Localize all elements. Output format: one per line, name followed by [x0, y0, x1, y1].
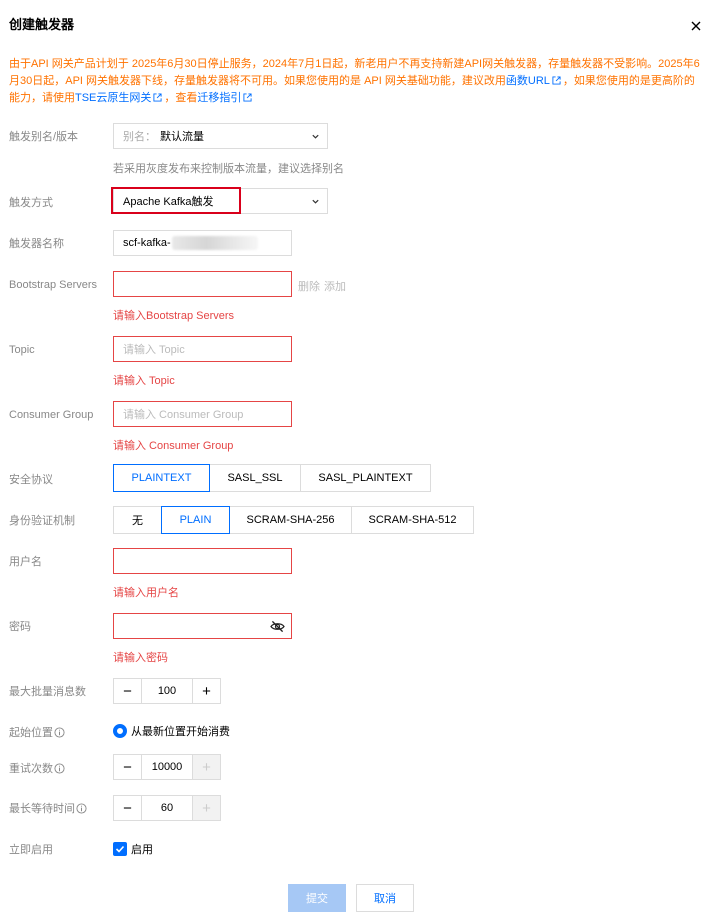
decrement-button[interactable]: − — [114, 796, 141, 820]
info-icon[interactable] — [54, 763, 65, 774]
username-error: 请输入用户名 — [113, 587, 179, 599]
decrement-button[interactable]: − — [114, 755, 141, 779]
password-input[interactable] — [113, 613, 292, 639]
consumer-group-label: Consumer Group — [9, 409, 94, 421]
retry-count-stepper: − 10000 + — [113, 754, 221, 780]
topic-placeholder: 请输入 Topic — [123, 344, 185, 356]
max-batch-stepper: − 100 + — [113, 678, 221, 704]
enable-checkbox-label: 启用 — [131, 844, 153, 856]
migration-guide-link[interactable]: 迁移指引 — [197, 92, 241, 104]
topic-error: 请输入 Topic — [113, 375, 175, 387]
trigger-name-label: 触发器名称 — [9, 238, 64, 250]
start-position-label: 起始位置 — [9, 726, 65, 740]
cancel-button[interactable]: 取消 — [356, 884, 414, 912]
increment-button[interactable]: + — [193, 755, 220, 779]
alias-select[interactable]: 别名： 默认流量 — [113, 123, 328, 149]
security-protocol-label: 安全协议 — [9, 474, 53, 486]
username-input[interactable] — [113, 548, 292, 574]
max-batch-label: 最大批量消息数 — [9, 686, 86, 698]
increment-button[interactable]: + — [193, 796, 220, 820]
topic-label: Topic — [9, 344, 35, 356]
password-label: 密码 — [9, 621, 31, 633]
deprecation-notice: 由于API 网关产品计划于 2025年6月30日停止服务，2024年7月1日起，… — [9, 56, 701, 107]
bootstrap-error: 请输入Bootstrap Servers — [113, 310, 235, 322]
submit-button[interactable]: 提交 — [288, 884, 346, 912]
alias-value: 默认流量 — [160, 131, 204, 143]
bootstrap-servers-input[interactable] — [113, 271, 292, 297]
consumer-group-error: 请输入 Consumer Group — [113, 440, 234, 452]
start-position-radio[interactable]: 从最新位置开始消费 — [113, 723, 230, 739]
alias-prefix: 别名： — [123, 131, 156, 143]
checkmark-icon — [113, 842, 127, 856]
username-label: 用户名 — [9, 556, 42, 568]
trigger-name-input[interactable]: scf-kafka- — [113, 230, 292, 256]
max-wait-label: 最长等待时间 — [9, 802, 87, 816]
bootstrap-label: Bootstrap Servers — [9, 279, 98, 291]
auth-option-scram-256[interactable]: SCRAM-SHA-256 — [229, 506, 352, 534]
info-icon[interactable] — [54, 727, 65, 738]
redacted-region — [171, 236, 258, 250]
increment-button[interactable]: + — [193, 679, 220, 703]
security-option-plaintext[interactable]: PLAINTEXT — [113, 464, 210, 492]
max-wait-value[interactable]: 60 — [141, 796, 193, 820]
enable-now-label: 立即启用 — [9, 844, 53, 856]
eye-off-icon[interactable] — [270, 620, 285, 633]
trigger-type-value: Apache Kafka触发 — [123, 196, 214, 208]
delete-server-link[interactable]: 删除 — [298, 278, 320, 294]
alias-hint: 若采用灰度发布来控制版本流量，建议选择别名 — [113, 163, 344, 175]
trigger-type-label: 触发方式 — [9, 197, 53, 209]
auth-option-plain[interactable]: PLAIN — [161, 506, 230, 534]
decrement-button[interactable]: − — [114, 679, 141, 703]
security-option-sasl-ssl[interactable]: SASL_SSL — [209, 464, 301, 492]
consumer-group-placeholder: 请输入 Consumer Group — [123, 409, 244, 421]
chevron-down-icon — [312, 134, 319, 139]
radio-selected-icon — [113, 724, 127, 738]
external-link-icon — [153, 93, 162, 102]
auth-mechanism-label: 身份验证机制 — [9, 515, 75, 527]
close-icon[interactable] — [688, 18, 704, 34]
consumer-group-input[interactable]: 请输入 Consumer Group — [113, 401, 292, 427]
topic-input[interactable]: 请输入 Topic — [113, 336, 292, 362]
alias-label: 触发别名/版本 — [9, 131, 79, 143]
dialog-title: 创建触发器 — [9, 17, 75, 32]
external-link-icon — [552, 76, 561, 85]
start-position-option: 从最新位置开始消费 — [131, 726, 230, 738]
trigger-type-select[interactable]: Apache Kafka触发 — [113, 188, 328, 214]
trigger-name-value: scf-kafka- — [123, 237, 171, 249]
tse-gateway-link[interactable]: TSE云原生网关 — [75, 92, 151, 104]
add-server-link[interactable]: 添加 — [324, 278, 346, 294]
max-wait-stepper: − 60 + — [113, 795, 221, 821]
auth-option-scram-512[interactable]: SCRAM-SHA-512 — [351, 506, 474, 534]
start-position-label-text: 起始位置 — [9, 727, 53, 739]
retry-count-label: 重试次数 — [9, 762, 65, 776]
notice-text-3: ，查看 — [164, 92, 198, 104]
function-url-link[interactable]: 函数URL — [506, 75, 550, 87]
enable-checkbox[interactable]: 启用 — [113, 841, 153, 857]
chevron-down-icon — [312, 199, 319, 204]
max-wait-label-text: 最长等待时间 — [9, 803, 75, 815]
security-protocol-group: PLAINTEXT SASL_SSL SASL_PLAINTEXT — [113, 464, 431, 492]
max-batch-value[interactable]: 100 — [141, 679, 193, 703]
security-option-sasl-plaintext[interactable]: SASL_PLAINTEXT — [300, 464, 431, 492]
auth-option-none[interactable]: 无 — [113, 506, 162, 534]
external-link-icon — [243, 93, 252, 102]
retry-count-value[interactable]: 10000 — [141, 755, 193, 779]
info-icon[interactable] — [76, 803, 87, 814]
auth-mechanism-group: 无 PLAIN SCRAM-SHA-256 SCRAM-SHA-512 — [113, 506, 474, 534]
password-error: 请输入密码 — [113, 652, 168, 664]
retry-count-label-text: 重试次数 — [9, 763, 53, 775]
